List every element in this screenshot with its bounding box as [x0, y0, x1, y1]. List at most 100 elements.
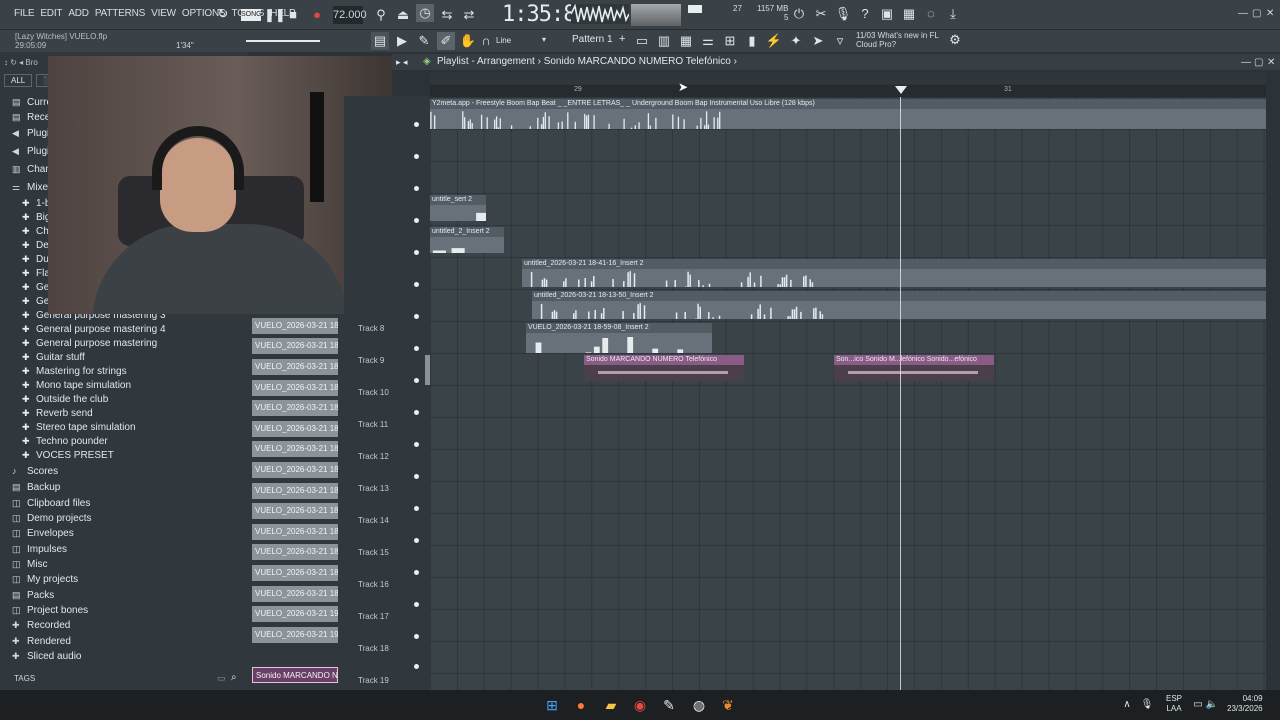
wait-icon[interactable]: ⏏	[394, 6, 412, 24]
cloud-icon[interactable]: ⚙	[946, 31, 964, 49]
plugin-picker-icon[interactable]: ▦	[900, 5, 918, 23]
list-item-selected[interactable]: Sonido MARCANDO N...	[252, 667, 338, 683]
help-icon[interactable]: ?	[856, 5, 874, 23]
menu-view[interactable]: VIEW	[151, 8, 176, 19]
track-mute-toggle[interactable]	[414, 346, 419, 351]
pattern-selector[interactable]: Pattern 1	[572, 34, 613, 45]
browser-folder-project-bones[interactable]: ◫ Project bones	[12, 605, 88, 616]
audio-clip[interactable]: untitled_2026-03-21 18-13-50_Insert 2	[532, 291, 1266, 319]
track-label[interactable]: Track 18	[358, 644, 389, 653]
preset-item[interactable]: ✚ Outside the club	[22, 394, 108, 405]
list-item[interactable]: VUELO_2026-03-21 19-0...	[252, 627, 338, 643]
preset-item[interactable]: ✚ VOCES PRESET	[22, 450, 114, 461]
tray-chevron-icon[interactable]: ∧	[1118, 696, 1136, 714]
countdown-icon[interactable]: ◷	[416, 4, 434, 22]
view-toggle-icon[interactable]: ▤	[371, 32, 389, 50]
track-mute-toggle[interactable]	[414, 664, 419, 669]
refresh-icon[interactable]: ↻	[214, 5, 232, 23]
track-mute-toggle[interactable]	[414, 122, 419, 127]
step-edit-icon[interactable]: ⇄	[460, 6, 478, 24]
list-item[interactable]: VUELO_2026-03-21 18-5...	[252, 483, 338, 499]
maximize-icon[interactable]: ▢	[1252, 8, 1261, 19]
browser-folder-packs[interactable]: ▤ Packs	[12, 590, 54, 601]
browser-folder-my-projects[interactable]: ◫ My projects	[12, 574, 78, 585]
close-icon[interactable]: ✕	[1266, 8, 1274, 19]
list-item[interactable]: VUELO_2026-03-21 18-5...	[252, 503, 338, 519]
add-pattern-icon[interactable]: +	[619, 33, 625, 45]
playlist-icon[interactable]: ▭	[633, 32, 651, 50]
preset-item[interactable]: ✚ Mastering for strings	[22, 366, 127, 377]
track-label[interactable]: Track 13	[358, 484, 389, 493]
piano-roll-icon[interactable]: ▥	[655, 32, 673, 50]
tags-label[interactable]: TAGS	[14, 674, 35, 683]
obs-icon[interactable]: ◍	[690, 696, 708, 714]
audio-clip[interactable]: VUELO_2026-03-21 18-59-08_Insert 2	[526, 323, 712, 353]
track-label[interactable]: Track 12	[358, 452, 389, 461]
track-mute-toggle[interactable]	[414, 506, 419, 511]
preset-item[interactable]: ✚ Techno pounder	[22, 436, 108, 447]
track-mute-toggle[interactable]	[414, 410, 419, 415]
metronome-icon[interactable]: ⚲	[372, 6, 390, 24]
browser-folder-impulses[interactable]: ◫ Impulses	[12, 544, 67, 555]
fl-studio-icon[interactable]: ✎	[660, 696, 678, 714]
list-item[interactable]: VUELO_2026-03-21 18-5...	[252, 544, 338, 560]
chat-icon[interactable]: ◌	[922, 5, 940, 23]
browser-folder-rendered[interactable]: ✚ Rendered	[12, 636, 71, 647]
playlist-close-icon[interactable]: ✕	[1267, 57, 1275, 68]
microphone-icon[interactable]: 🎙	[834, 5, 852, 23]
stop-icon[interactable]: ■	[284, 6, 302, 24]
language-indicator[interactable]: ESP LAA	[1166, 694, 1182, 714]
playlist-maximize-icon[interactable]: ▢	[1254, 57, 1263, 68]
pattern-clip[interactable]: Son...ico Sonido M...lefónico Sonido...e…	[834, 355, 994, 381]
browser-nav-icon[interactable]: ↕ ↻ ◂ Bro	[4, 58, 38, 67]
preset-item[interactable]: ✚ Stereo tape simulation	[22, 422, 136, 433]
tempo-tapper-icon[interactable]: ✦	[787, 32, 805, 50]
track-mute-toggle[interactable]	[414, 314, 419, 319]
menu-add[interactable]: ADD	[68, 8, 89, 19]
list-item[interactable]: VUELO_2026-03-21 18-5...	[252, 462, 338, 478]
chrome-icon[interactable]: ◉	[631, 696, 649, 714]
tag-edit-icon[interactable]: ▭	[217, 673, 226, 684]
news-panel[interactable]: 11/03 What's new in FL Cloud Pro?	[856, 31, 939, 49]
preset-item[interactable]: ✚ Reverb send	[22, 408, 93, 419]
preset-item[interactable]: ✚ General purpose mastering 4	[22, 324, 166, 335]
snap-selector[interactable]: Line	[496, 36, 511, 45]
timeline-ruler[interactable]: 29 31	[430, 85, 1266, 97]
firefox-icon[interactable]: ●	[572, 696, 590, 714]
list-item[interactable]: VUELO_2026-03-21 18-4...	[252, 318, 338, 334]
tempo-display[interactable]: 72.000	[333, 6, 367, 24]
brush-icon[interactable]: ✎	[415, 32, 433, 50]
mixer-faders-icon[interactable]: ⚌	[699, 32, 717, 50]
pencil-icon[interactable]: ✐	[437, 32, 455, 50]
channel-rack-icon[interactable]: ▦	[677, 32, 695, 50]
track-label[interactable]: Track 19	[358, 676, 389, 685]
playlist-grid[interactable]: Y2meta.app - Freestyle Boom Bap Beat _ _…	[430, 97, 1266, 690]
minimize-icon[interactable]: —	[1238, 8, 1248, 19]
track-label[interactable]: Track 9	[358, 356, 384, 365]
audio-clip[interactable]: untitled_2_Insert 2	[430, 227, 504, 253]
browser-folder-sliced-audio[interactable]: ✚ Sliced audio	[12, 651, 81, 662]
browser-folder-scores[interactable]: ♪ Scores	[12, 466, 58, 477]
download-icon[interactable]: ⤓	[944, 5, 962, 23]
save-icon[interactable]: ▣	[878, 5, 896, 23]
list-item[interactable]: VUELO_2026-03-21 18-5...	[252, 441, 338, 457]
pause-icon[interactable]: ❚❚	[264, 6, 286, 24]
browser-folder-backup[interactable]: ▤ Backup	[12, 482, 60, 493]
menu-edit[interactable]: EDIT	[40, 8, 62, 19]
playlist-minimize-icon[interactable]: —	[1241, 57, 1251, 68]
track-mute-toggle[interactable]	[414, 218, 419, 223]
file-explorer-icon[interactable]: ▰	[602, 696, 620, 714]
chevron-down-icon[interactable]: ▾	[542, 35, 546, 44]
cart-icon[interactable]: ▿	[831, 32, 849, 50]
track-mute-toggle[interactable]	[414, 250, 419, 255]
list-item[interactable]: VUELO_2026-03-21 18-5...	[252, 421, 338, 437]
browser-tree-icon[interactable]: ⊞	[721, 32, 739, 50]
track-mute-toggle[interactable]	[414, 154, 419, 159]
track-mute-toggle[interactable]	[414, 570, 419, 575]
preset-item[interactable]: ✚ Mono tape simulation	[22, 380, 131, 391]
track-label[interactable]: Track 17	[358, 612, 389, 621]
audio-clip[interactable]: Y2meta.app - Freestyle Boom Bap Beat _ _…	[430, 99, 1266, 129]
list-item[interactable]: VUELO_2026-03-21 19-0...	[252, 606, 338, 622]
track-label[interactable]: Track 8	[358, 324, 384, 333]
search-icon[interactable]: ⌕	[231, 672, 237, 683]
